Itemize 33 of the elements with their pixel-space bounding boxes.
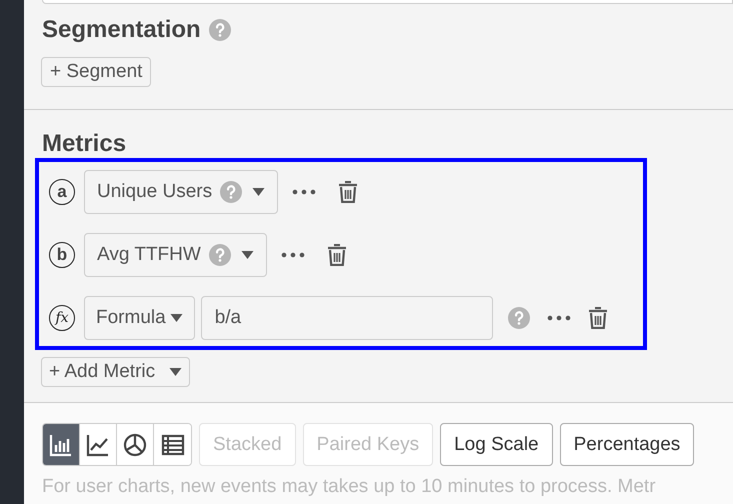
formula-letter: fx [49,305,75,331]
option-button[interactable]: Log Scale [440,423,553,466]
formula-input[interactable]: b/a [200,296,493,340]
caret-icon [169,368,182,376]
metric-dropdown[interactable]: Avg TTFHW [84,233,267,277]
section-heading: Segmentation [42,16,201,44]
caret-icon [252,188,266,196]
info-text: For user charts, new events may takes up to 10 minutes to process. Metr [42,476,657,498]
trash-icon[interactable] [326,244,347,266]
input-field[interactable] [42,0,733,4]
section-heading: Metrics [42,130,126,158]
caret-icon [240,251,254,259]
add-segment-button[interactable]: + Segment [41,57,152,87]
formula-dropdown[interactable]: Formula [84,296,195,340]
trash-icon[interactable] [338,181,358,203]
chart-type-button[interactable] [154,424,191,465]
bar-chart-icon [49,432,73,456]
chart-type-button[interactable] [43,424,80,465]
metric-letter: a [49,179,75,205]
table-icon [160,432,184,456]
trash-icon[interactable] [588,307,608,329]
line-chart-icon [86,432,110,456]
more-icon[interactable] [292,189,316,195]
metric-letter: b [49,242,75,268]
more-icon[interactable] [546,315,571,321]
caret-icon [170,314,183,322]
option-button[interactable]: Percentages [560,423,694,466]
metric-dropdown[interactable]: Unique Users [84,170,278,214]
chart-type-button[interactable] [117,424,154,465]
more-icon[interactable] [280,252,305,258]
pie-chart-icon [123,432,147,456]
add-metric-button[interactable]: + Add Metric [41,357,190,387]
chart-type-button[interactable] [80,424,117,465]
